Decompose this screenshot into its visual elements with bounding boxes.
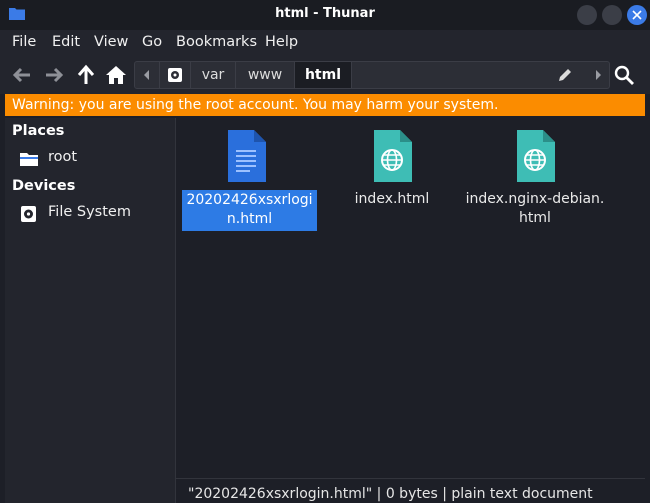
path-scroll-right-icon[interactable] [586, 62, 610, 88]
menu-bookmarks[interactable]: Bookmarks [176, 34, 257, 50]
maximize-button[interactable] [602, 5, 622, 25]
search-icon[interactable] [613, 64, 635, 86]
globe-icon [374, 130, 412, 182]
menu-bar: File Edit View Go Bookmarks Help [0, 30, 650, 56]
file-item[interactable]: 20202426xsxrlogin.html [176, 128, 317, 238]
file-name: index.html [354, 191, 430, 207]
path-bar: var www html [134, 61, 610, 89]
devices-header: Devices [12, 178, 76, 194]
menu-help[interactable]: Help [265, 34, 298, 50]
document-icon [228, 130, 266, 182]
file-view: 20202426xsxrlogin.html index.html index.… [176, 118, 645, 478]
menu-file[interactable]: File [12, 34, 36, 50]
folder-icon [20, 153, 38, 166]
close-icon [632, 10, 642, 20]
window-title: html - Thunar [275, 6, 375, 21]
drive-icon [168, 68, 182, 82]
sidebar: Places root Devices File System [5, 118, 175, 503]
file-item[interactable]: index.nginx-debian.html [465, 128, 605, 238]
file-item[interactable]: index.html [322, 128, 462, 238]
path-segment-var[interactable]: var [191, 62, 236, 88]
path-scroll-left-icon[interactable] [135, 62, 159, 88]
drive-icon [21, 206, 36, 222]
path-root-button[interactable] [159, 62, 191, 88]
file-name: index.nginx-debian.html [465, 191, 605, 226]
title-bar: html - Thunar [0, 0, 650, 30]
root-warning-banner: Warning: you are using the root account.… [5, 94, 645, 116]
edit-path-icon[interactable] [557, 67, 573, 83]
up-arrow-icon[interactable] [74, 63, 98, 87]
globe-icon [517, 130, 555, 182]
forward-arrow-icon[interactable] [42, 63, 66, 87]
path-segment-html[interactable]: html [295, 62, 352, 88]
file-name: 20202426xsxrlogin.html [182, 190, 317, 231]
back-arrow-icon[interactable] [10, 63, 34, 87]
places-header: Places [12, 123, 65, 139]
home-icon[interactable] [104, 63, 128, 87]
minimize-button[interactable] [577, 5, 597, 25]
status-text: "20202426xsxrlogin.html" | 0 bytes | pla… [188, 486, 593, 502]
sidebar-item-root[interactable]: root [19, 148, 169, 170]
sidebar-item-label: root [48, 149, 78, 165]
sidebar-item-file-system[interactable]: File System [19, 203, 169, 225]
status-bar: "20202426xsxrlogin.html" | 0 bytes | pla… [176, 478, 645, 503]
menu-go[interactable]: Go [142, 34, 162, 50]
close-button[interactable] [627, 5, 647, 25]
path-segment-www[interactable]: www [236, 62, 295, 88]
menu-edit[interactable]: Edit [52, 34, 80, 50]
sidebar-item-label: File System [48, 204, 131, 220]
menu-view[interactable]: View [94, 34, 128, 50]
toolbar: var www html [0, 56, 650, 94]
